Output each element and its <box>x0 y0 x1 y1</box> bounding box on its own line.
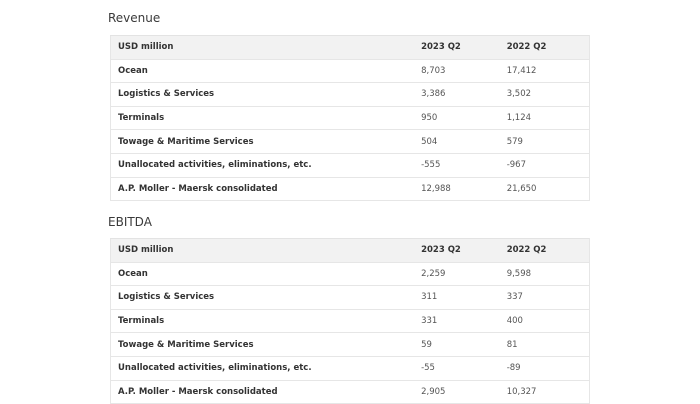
value-2023q2: 2,905 <box>414 380 500 404</box>
value-2022q2: 21,650 <box>499 177 590 202</box>
row-label: Unallocated activities, eliminations, et… <box>110 356 415 381</box>
value-2023q2: 311 <box>414 285 500 310</box>
revenue-table: USD million 2023 Q2 2022 Q2 Ocean 8,703 … <box>110 35 590 202</box>
row-label: Ocean <box>110 262 415 287</box>
value-2022q2: 9,598 <box>499 262 590 287</box>
value-2023q2: 504 <box>414 129 500 154</box>
value-2022q2: 579 <box>499 129 590 154</box>
revenue-header-row: USD million 2023 Q2 2022 Q2 <box>110 35 590 60</box>
value-2023q2: 331 <box>414 309 500 334</box>
revenue-section-title: Revenue <box>108 11 161 25</box>
value-2022q2: 81 <box>499 332 590 357</box>
value-2022q2: -89 <box>499 356 590 381</box>
value-2023q2: -55 <box>414 356 500 381</box>
value-2023q2: 3,386 <box>414 82 500 107</box>
ebitda-header-unit: USD million <box>110 238 415 263</box>
table-row: Terminals 950 1,124 <box>110 106 590 131</box>
value-2023q2: 8,703 <box>414 59 500 84</box>
row-label: Logistics & Services <box>110 82 415 107</box>
ebitda-header-row: USD million 2023 Q2 2022 Q2 <box>110 238 590 263</box>
value-2022q2: 1,124 <box>499 106 590 131</box>
table-row: Logistics & Services 311 337 <box>110 285 590 310</box>
revenue-header-unit: USD million <box>110 35 415 60</box>
row-label: Logistics & Services <box>110 285 415 310</box>
revenue-header-2022q2: 2022 Q2 <box>499 35 590 60</box>
value-2022q2: 3,502 <box>499 82 590 107</box>
value-2022q2: 10,327 <box>499 380 590 404</box>
row-label: A.P. Moller - Maersk consolidated <box>110 177 415 202</box>
row-label: A.P. Moller - Maersk consolidated <box>110 380 415 404</box>
table-row: A.P. Moller - Maersk consolidated 2,905 … <box>110 380 590 404</box>
table-row: A.P. Moller - Maersk consolidated 12,988… <box>110 177 590 202</box>
revenue-header-2023q2: 2023 Q2 <box>414 35 500 60</box>
ebitda-table: USD million 2023 Q2 2022 Q2 Ocean 2,259 … <box>110 238 590 404</box>
table-row: Unallocated activities, eliminations, et… <box>110 153 590 178</box>
row-label: Towage & Maritime Services <box>110 332 415 357</box>
value-2023q2: 950 <box>414 106 500 131</box>
ebitda-header-2023q2: 2023 Q2 <box>414 238 500 263</box>
table-row: Unallocated activities, eliminations, et… <box>110 356 590 381</box>
table-row: Ocean 8,703 17,412 <box>110 59 590 84</box>
row-label: Unallocated activities, eliminations, et… <box>110 153 415 178</box>
value-2023q2: 12,988 <box>414 177 500 202</box>
row-label: Terminals <box>110 106 415 131</box>
table-row: Towage & Maritime Services 504 579 <box>110 129 590 154</box>
value-2022q2: -967 <box>499 153 590 178</box>
table-row: Logistics & Services 3,386 3,502 <box>110 82 590 107</box>
value-2022q2: 337 <box>499 285 590 310</box>
ebitda-section-title: EBITDA <box>108 215 152 229</box>
row-label: Ocean <box>110 59 415 84</box>
row-label: Towage & Maritime Services <box>110 129 415 154</box>
value-2022q2: 17,412 <box>499 59 590 84</box>
table-row: Terminals 331 400 <box>110 309 590 334</box>
value-2022q2: 400 <box>499 309 590 334</box>
value-2023q2: 2,259 <box>414 262 500 287</box>
table-row: Towage & Maritime Services 59 81 <box>110 332 590 357</box>
table-row: Ocean 2,259 9,598 <box>110 262 590 287</box>
value-2023q2: -555 <box>414 153 500 178</box>
row-label: Terminals <box>110 309 415 334</box>
value-2023q2: 59 <box>414 332 500 357</box>
ebitda-header-2022q2: 2022 Q2 <box>499 238 590 263</box>
